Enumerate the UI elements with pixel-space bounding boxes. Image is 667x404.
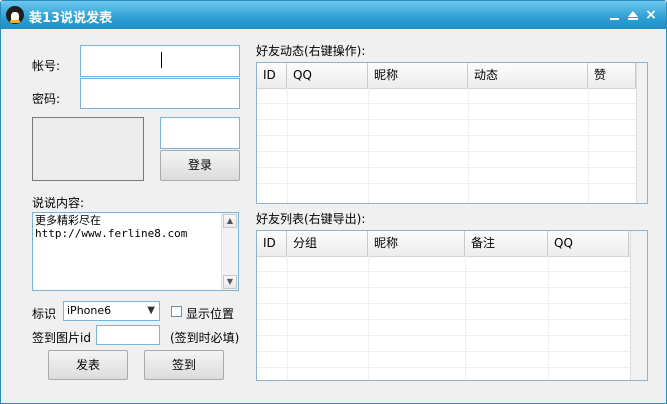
column-header-remark[interactable]: 备注 — [465, 231, 548, 256]
grid-line — [257, 151, 647, 152]
login-button[interactable]: 登录 — [160, 150, 240, 181]
friend-feed-scrollbar[interactable] — [636, 63, 647, 203]
column-header-feed[interactable]: 动态 — [468, 63, 588, 88]
grid-line — [257, 319, 647, 320]
grid-line — [257, 135, 647, 136]
close-icon[interactable]: × — [643, 7, 659, 23]
column-header-like[interactable]: 赞 — [588, 63, 636, 88]
grid-divider — [465, 256, 466, 380]
grid-line — [257, 183, 647, 184]
account-label: 帐号: — [32, 59, 61, 73]
content-text: 更多精彩尽在 http://www.ferline8.com — [35, 214, 187, 240]
grid-line — [257, 103, 647, 104]
column-header-qq[interactable]: QQ — [287, 63, 368, 88]
column-header-id[interactable]: ID — [257, 231, 287, 256]
column-header-group[interactable]: 分组 — [287, 231, 368, 256]
text-caret — [161, 52, 162, 68]
grid-line — [257, 271, 647, 272]
checkin-image-input[interactable] — [96, 325, 160, 345]
grid-line — [257, 119, 647, 120]
friend-list-scrollbar[interactable] — [630, 231, 647, 380]
publish-button[interactable]: 发表 — [48, 350, 128, 380]
column-header-nickname[interactable]: 昵称 — [368, 63, 468, 88]
grid-divider — [368, 88, 369, 203]
password-input[interactable] — [80, 78, 240, 109]
grid-divider — [287, 88, 288, 203]
friend-feed-table[interactable]: ID QQ 昵称 动态 赞 — [256, 62, 648, 204]
captcha-input[interactable] — [160, 117, 240, 149]
friend-list-title: 好友列表(右键导出): — [256, 212, 366, 226]
app-window: 装13说说发表 × 帐号: 密码: 登录 说说内容: 更多精彩尽在 http:/… — [0, 0, 667, 404]
column-header-nickname[interactable]: 昵称 — [368, 231, 465, 256]
account-input[interactable] — [80, 45, 240, 77]
friend-list-table[interactable]: ID 分组 昵称 备注 QQ — [256, 230, 648, 381]
password-label: 密码: — [32, 92, 61, 106]
grid-divider — [287, 256, 288, 380]
chevron-down-icon: ▼ — [147, 305, 155, 316]
column-header-qq[interactable]: QQ — [548, 231, 629, 256]
friend-feed-title: 好友动态(右键操作): — [256, 44, 366, 58]
scroll-up-icon[interactable]: ▲ — [223, 214, 237, 228]
friend-list-header: ID 分组 昵称 备注 QQ — [257, 231, 647, 257]
grid-divider — [468, 88, 469, 203]
grid-line — [257, 303, 647, 304]
grid-line — [257, 335, 647, 336]
column-header-id[interactable]: ID — [257, 63, 287, 88]
show-location-label: 显示位置 — [186, 307, 235, 321]
tag-select[interactable]: iPhone6 ▼ — [63, 301, 160, 321]
scroll-down-icon[interactable]: ▼ — [223, 275, 237, 289]
grid-line — [257, 351, 647, 352]
show-location-checkbox[interactable] — [171, 306, 182, 317]
grid-divider — [368, 256, 369, 380]
penguin-icon — [6, 6, 24, 24]
grid-line — [257, 367, 647, 368]
checkin-hint: (签到时必填) — [170, 331, 240, 345]
tag-label: 标识 — [32, 307, 57, 321]
content-textarea[interactable]: 更多精彩尽在 http://www.ferline8.com ▲ ▼ — [32, 212, 239, 291]
grid-divider — [588, 88, 589, 203]
grid-divider — [548, 256, 549, 380]
title-bar[interactable]: 装13说说发表 × — [1, 1, 666, 29]
content-label: 说说内容: — [32, 196, 85, 210]
window-title: 装13说说发表 — [29, 11, 113, 26]
content-line-1: 更多精彩尽在 — [35, 214, 101, 227]
content-scrollbar[interactable]: ▲ ▼ — [221, 213, 238, 290]
minimize-icon[interactable] — [607, 7, 623, 23]
tag-selected-value: iPhone6 — [67, 304, 112, 317]
checkin-image-label: 签到图片id — [32, 331, 91, 345]
grid-line — [257, 167, 647, 168]
maximize-icon[interactable] — [625, 7, 641, 23]
captcha-image — [32, 117, 144, 181]
friend-feed-header: ID QQ 昵称 动态 赞 — [257, 63, 647, 89]
grid-line — [257, 287, 647, 288]
checkin-button[interactable]: 签到 — [144, 350, 224, 380]
content-line-2: http://www.ferline8.com — [35, 227, 188, 240]
